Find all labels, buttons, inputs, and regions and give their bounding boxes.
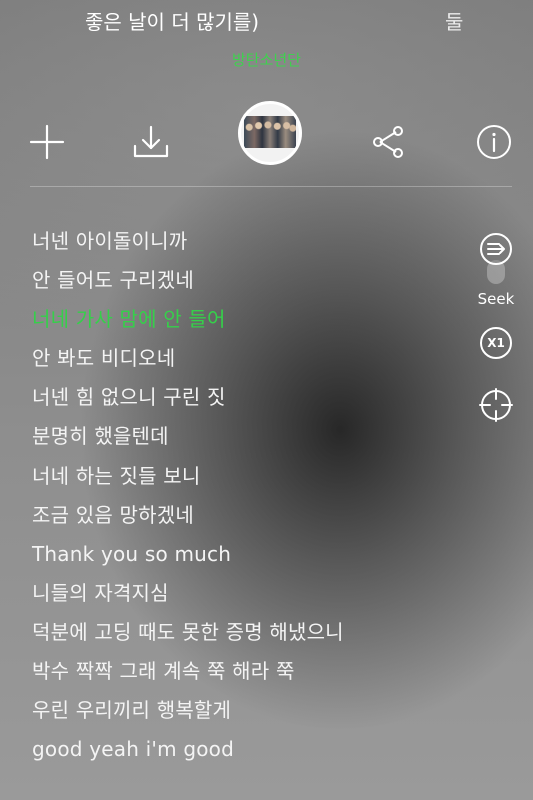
add-button[interactable] (27, 122, 67, 162)
lyric-line[interactable]: 조금 있음 망하겠네 (32, 500, 452, 539)
speed-label: X1 (487, 336, 505, 350)
lyric-line[interactable]: good yeah i'm good (32, 734, 452, 773)
toolbar (0, 100, 533, 170)
seek-label: Seek (477, 290, 515, 308)
seek-button[interactable] (479, 232, 513, 266)
lyric-line[interactable]: 박수 짝짝 그래 계속 쭉 해라 쭉 (32, 656, 452, 695)
download-icon (133, 125, 169, 158)
share-button[interactable] (368, 122, 408, 162)
speed-button[interactable]: X1 (479, 326, 513, 360)
lyric-line[interactable]: 너네 하는 짓들 보니 (32, 461, 452, 500)
share-icon (373, 126, 403, 158)
artist-name[interactable]: 방탄소년단 (0, 49, 533, 70)
next-song-title: 둘 (445, 10, 464, 34)
side-controls: Seek X1 (470, 228, 522, 438)
title-row: 좋은 날이 더 많기를) 둘 (0, 0, 533, 44)
lyric-line[interactable]: 우린 우리끼리 행복할게 (32, 695, 452, 734)
info-button[interactable] (474, 122, 514, 162)
lyric-line[interactable]: 니들의 자격지심 (32, 578, 452, 617)
lyric-line[interactable]: 너넨 아이돌이니까 (32, 226, 452, 265)
crosshair-icon (479, 388, 513, 422)
lyrics-list: 너넨 아이돌이니까 안 들어도 구리겠네 너네 가사 맘에 안 들어 안 봐도 … (32, 226, 452, 773)
lyric-line[interactable]: 분명히 했을텐데 (32, 421, 452, 460)
download-button[interactable] (131, 122, 171, 162)
album-photo (244, 116, 296, 148)
seek-icon (480, 233, 512, 265)
lyric-line-active[interactable]: 너네 가사 맘에 안 들어 (32, 304, 452, 343)
lyric-line[interactable]: Thank you so much (32, 539, 452, 578)
song-title: 좋은 날이 더 많기를) (85, 10, 260, 34)
lyric-line[interactable]: 너넨 힘 없으니 구린 짓 (32, 382, 452, 421)
divider (30, 186, 512, 187)
lyric-line[interactable]: 덕분에 고딩 때도 못한 증명 해냈으니 (32, 617, 452, 656)
lyric-line[interactable]: 안 들어도 구리겠네 (32, 265, 452, 304)
info-icon (477, 125, 511, 159)
lyric-line[interactable]: 안 봐도 비디오네 (32, 343, 452, 382)
sync-button[interactable] (479, 388, 513, 422)
album-art[interactable] (238, 101, 302, 165)
add-icon (29, 124, 65, 160)
